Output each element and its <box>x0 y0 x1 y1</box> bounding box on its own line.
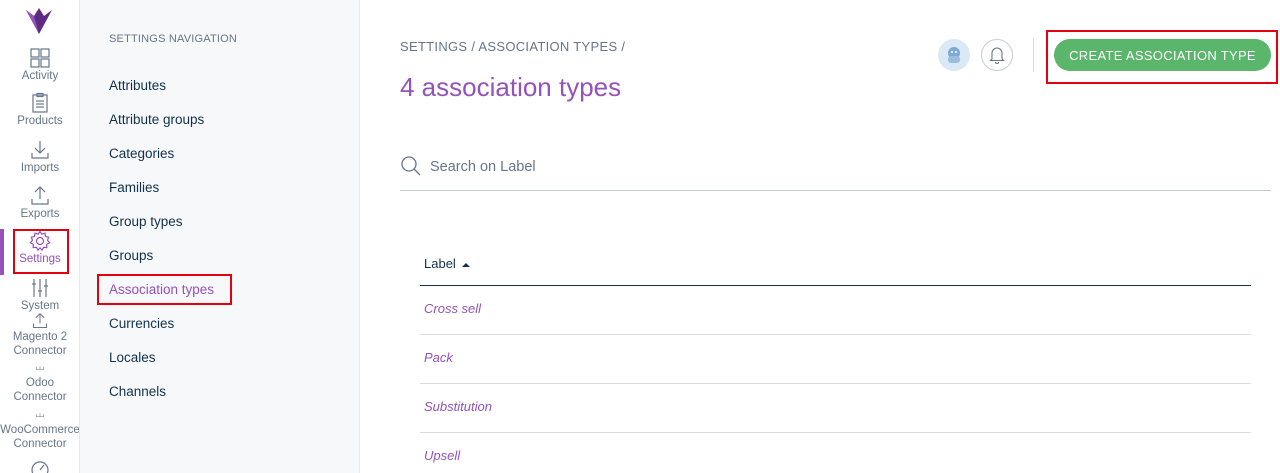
connector-icon <box>36 366 44 370</box>
menu-products-label: Products <box>17 115 63 127</box>
table-row[interactable]: Upsell <box>420 433 1251 473</box>
column-header-label[interactable]: Label <box>420 250 1251 286</box>
settings-navigation-panel: SETTINGS NAVIGATION Attributes Attribute… <box>80 0 360 473</box>
sliders-icon <box>32 279 48 297</box>
dashboard-grid-icon <box>30 48 50 68</box>
nav-attributes[interactable]: Attributes <box>109 78 166 93</box>
menu-odoo-connector-label: Connector <box>13 391 67 403</box>
breadcrumb[interactable]: SETTINGS / ASSOCIATION TYPES / <box>400 39 625 54</box>
settings-navigation-title: SETTINGS NAVIGATION <box>109 33 238 45</box>
menu-system[interactable]: System <box>0 277 79 313</box>
user-avatar-icon <box>948 47 960 63</box>
search-input[interactable] <box>430 154 1250 180</box>
menu-woocommerce-label: WooCommerce <box>0 424 80 436</box>
column-header-label-text: Label <box>424 256 456 271</box>
nav-categories[interactable]: Categories <box>109 146 174 161</box>
table-row[interactable]: Cross sell <box>420 286 1251 335</box>
nav-group-types[interactable]: Group types <box>109 214 183 229</box>
menu-imports-label: Imports <box>20 162 60 174</box>
association-types-table: Label Cross sell Pack Substitution Upsel… <box>420 250 1251 473</box>
menu-activity[interactable]: Activity <box>0 47 79 83</box>
create-association-type-button[interactable]: CREATE ASSOCIATION TYPE <box>1054 39 1271 71</box>
menu-products[interactable]: Products <box>0 92 79 128</box>
menu-exports[interactable]: Exports <box>0 185 79 221</box>
nav-families[interactable]: Families <box>109 180 159 195</box>
nav-currencies[interactable]: Currencies <box>109 316 174 331</box>
import-icon <box>31 141 49 159</box>
menu-imports[interactable]: Imports <box>0 139 79 175</box>
user-avatar[interactable] <box>938 39 970 71</box>
main-menu-rail: Activity Products Imports Exports Settin… <box>0 0 80 473</box>
nav-attribute-groups[interactable]: Attribute groups <box>109 112 204 127</box>
menu-magento-connector-label: Connector <box>13 345 67 357</box>
nav-locales[interactable]: Locales <box>109 350 156 365</box>
table-row[interactable]: Substitution <box>420 384 1251 433</box>
menu-woocommerce-connector-label: Connector <box>13 438 67 450</box>
nav-channels[interactable]: Channels <box>109 384 166 399</box>
menu-magento-connector[interactable]: Magento 2 Connector <box>0 312 79 358</box>
clipboard-icon <box>32 92 48 113</box>
menu-odoo-label: Odoo <box>25 377 55 389</box>
export-icon <box>31 186 49 205</box>
menu-settings[interactable]: Settings <box>0 230 79 266</box>
menu-magento-label: Magento 2 <box>12 331 68 343</box>
menu-woocommerce-connector[interactable]: WooCommerce Connector <box>0 413 80 451</box>
menu-exports-label: Exports <box>20 208 60 220</box>
header-divider <box>1033 38 1034 72</box>
sort-ascending-icon <box>461 262 470 267</box>
nav-association-types[interactable]: Association types <box>109 282 214 297</box>
gear-icon <box>29 230 51 252</box>
bell-icon <box>989 47 1005 64</box>
menu-activity-label: Activity <box>21 70 59 82</box>
menu-odoo-connector[interactable]: Odoo Connector <box>0 366 79 404</box>
menu-settings-label: Settings <box>19 253 61 265</box>
connector-icon <box>36 413 44 417</box>
nav-groups[interactable]: Groups <box>109 248 153 263</box>
export-icon <box>32 312 48 329</box>
table-row[interactable]: Pack <box>420 335 1251 384</box>
page-title: 4 association types <box>400 72 622 102</box>
search-icon <box>401 156 421 176</box>
search-bar <box>400 146 1271 191</box>
gauge-icon[interactable] <box>30 460 50 473</box>
akeneo-logo-icon[interactable] <box>22 4 56 38</box>
notifications-button[interactable] <box>981 39 1013 71</box>
